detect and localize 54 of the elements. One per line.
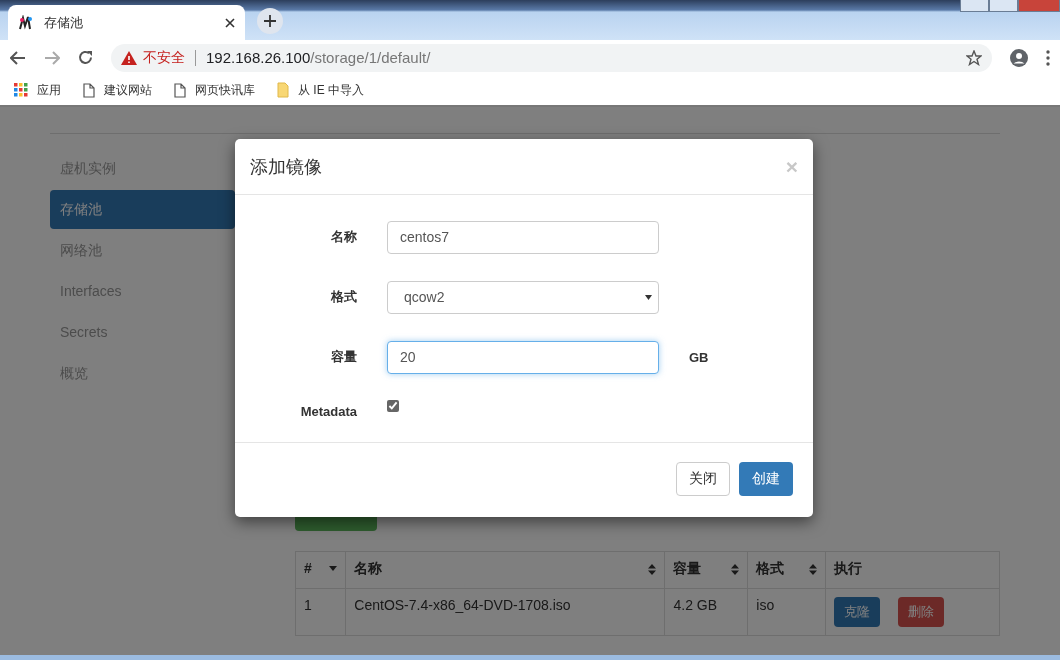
field-label: Metadata xyxy=(299,403,357,419)
bookmark-link[interactable]: 应用 xyxy=(37,81,61,99)
sort-icon xyxy=(731,563,740,575)
back-arrow-icon[interactable] xyxy=(10,50,26,65)
new-tab-button[interactable] xyxy=(257,8,283,34)
site-logo-icon xyxy=(18,14,34,31)
maximize-button[interactable] xyxy=(989,0,1018,12)
table-cell: 4.2 GB xyxy=(664,588,748,636)
plus-icon xyxy=(264,15,276,27)
url-text: 192.168.26.100/storage/1/default/ xyxy=(206,49,432,66)
menu-icon[interactable] xyxy=(1046,49,1050,66)
column-header[interactable]: # xyxy=(295,551,346,589)
folder-icon xyxy=(277,82,289,98)
tab-title: 存储池 xyxy=(44,13,84,32)
reload-icon[interactable] xyxy=(78,50,93,65)
sort-icon xyxy=(648,563,657,575)
create-button[interactable]: 创建 xyxy=(739,462,793,496)
warning-icon xyxy=(121,50,137,65)
browser-tab[interactable]: 存储池 xyxy=(8,5,245,40)
clone-button[interactable]: 克隆 xyxy=(834,597,881,627)
column-header[interactable]: 格式 xyxy=(747,551,826,589)
dropdown-caret-icon xyxy=(645,294,652,300)
delete-button[interactable]: 删除 xyxy=(898,597,945,627)
unit-label: GB xyxy=(689,349,709,365)
security-warning: 不安全 xyxy=(143,48,185,67)
bookmark-link[interactable]: 建议网站 xyxy=(104,81,152,99)
input-field[interactable]: centos7 xyxy=(387,220,659,254)
sort-down-icon xyxy=(329,565,338,571)
table-cell: iso xyxy=(747,588,826,636)
format-select[interactable]: qcow2 xyxy=(387,280,659,314)
column-header[interactable]: 执行 xyxy=(825,551,1000,589)
close-icon[interactable] xyxy=(225,17,235,28)
address-bar[interactable]: 不安全 192.168.26.100/storage/1/default/ xyxy=(111,43,992,72)
sidebar-item[interactable]: 存储池 xyxy=(50,190,235,229)
input-field[interactable]: 20 xyxy=(387,340,659,374)
field-label: 格式 xyxy=(330,288,357,306)
dialog-title: 添加镜像 xyxy=(250,155,322,179)
sort-icon xyxy=(809,563,818,575)
bookmark-link[interactable]: 从 IE 中导入 xyxy=(298,81,364,99)
column-header[interactable]: 名称 xyxy=(345,551,665,589)
bookmark-link[interactable]: 网页快讯库 xyxy=(195,81,255,99)
minimize-button[interactable] xyxy=(960,0,989,12)
field-label: 名称 xyxy=(330,228,357,246)
document-icon xyxy=(83,82,95,98)
document-icon xyxy=(174,82,186,98)
table-cell: 1 xyxy=(295,588,346,636)
apps-grid-icon xyxy=(14,83,28,97)
star-icon[interactable] xyxy=(966,49,982,66)
metadata-checkbox[interactable] xyxy=(387,400,399,412)
close-dialog-button[interactable]: 关闭 xyxy=(676,462,730,496)
column-header[interactable]: 容量 xyxy=(664,551,748,589)
table-cell: CentOS-7.4-x86_64-DVD-1708.iso xyxy=(345,588,665,636)
field-label: 容量 xyxy=(330,348,357,366)
account-icon[interactable] xyxy=(1010,48,1028,67)
